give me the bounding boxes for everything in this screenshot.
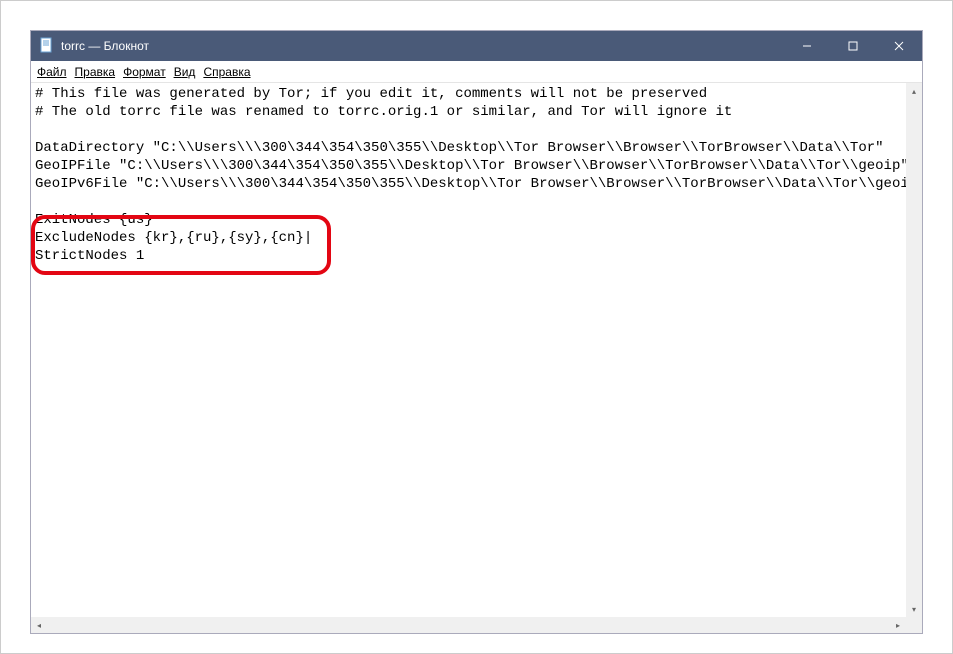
window-title: torrc — Блокнот	[61, 39, 784, 53]
menu-help[interactable]: Справка	[203, 65, 250, 79]
window-controls	[784, 31, 922, 61]
scroll-right-button[interactable]: ▸	[890, 617, 906, 633]
text-line: StrictNodes 1	[35, 248, 144, 264]
menu-edit[interactable]: Правка	[75, 65, 116, 79]
menu-format[interactable]: Формат	[123, 65, 166, 79]
text-line: ExcludeNodes {kr},{ru},{sy},{cn}|	[35, 230, 312, 246]
scroll-corner	[906, 617, 922, 633]
minimize-button[interactable]	[784, 31, 830, 61]
horizontal-scrollbar[interactable]: ◂ ▸	[31, 617, 906, 633]
maximize-button[interactable]	[830, 31, 876, 61]
menu-view[interactable]: Вид	[174, 65, 196, 79]
notepad-icon	[39, 37, 55, 56]
vertical-scrollbar[interactable]: ▴ ▾	[906, 83, 922, 617]
scroll-down-button[interactable]: ▾	[906, 601, 922, 617]
text-line: # The old torrc file was renamed to torr…	[35, 104, 732, 120]
close-button[interactable]	[876, 31, 922, 61]
text-line: GeoIPFile "C:\\Users\\\300\344\354\350\3…	[35, 158, 906, 174]
notepad-window: torrc — Блокнот Файл Правка Формат Вид С…	[31, 31, 922, 633]
text-line: # This file was generated by Tor; if you…	[35, 86, 707, 102]
text-line: GeoIPv6File "C:\\Users\\\300\344\354\350…	[35, 176, 906, 192]
editor-area: # This file was generated by Tor; if you…	[31, 83, 922, 633]
scroll-up-button[interactable]: ▴	[906, 83, 922, 99]
menubar: Файл Правка Формат Вид Справка	[31, 61, 922, 83]
scroll-track-vertical[interactable]	[906, 99, 922, 601]
scroll-left-button[interactable]: ◂	[31, 617, 47, 633]
menu-file[interactable]: Файл	[37, 65, 67, 79]
text-line: DataDirectory "C:\\Users\\\300\344\354\3…	[35, 140, 884, 156]
scroll-track-horizontal[interactable]	[47, 617, 890, 633]
text-editor[interactable]: # This file was generated by Tor; if you…	[31, 83, 906, 617]
text-line: ExitNodes {us}	[35, 212, 153, 228]
titlebar[interactable]: torrc — Блокнот	[31, 31, 922, 61]
